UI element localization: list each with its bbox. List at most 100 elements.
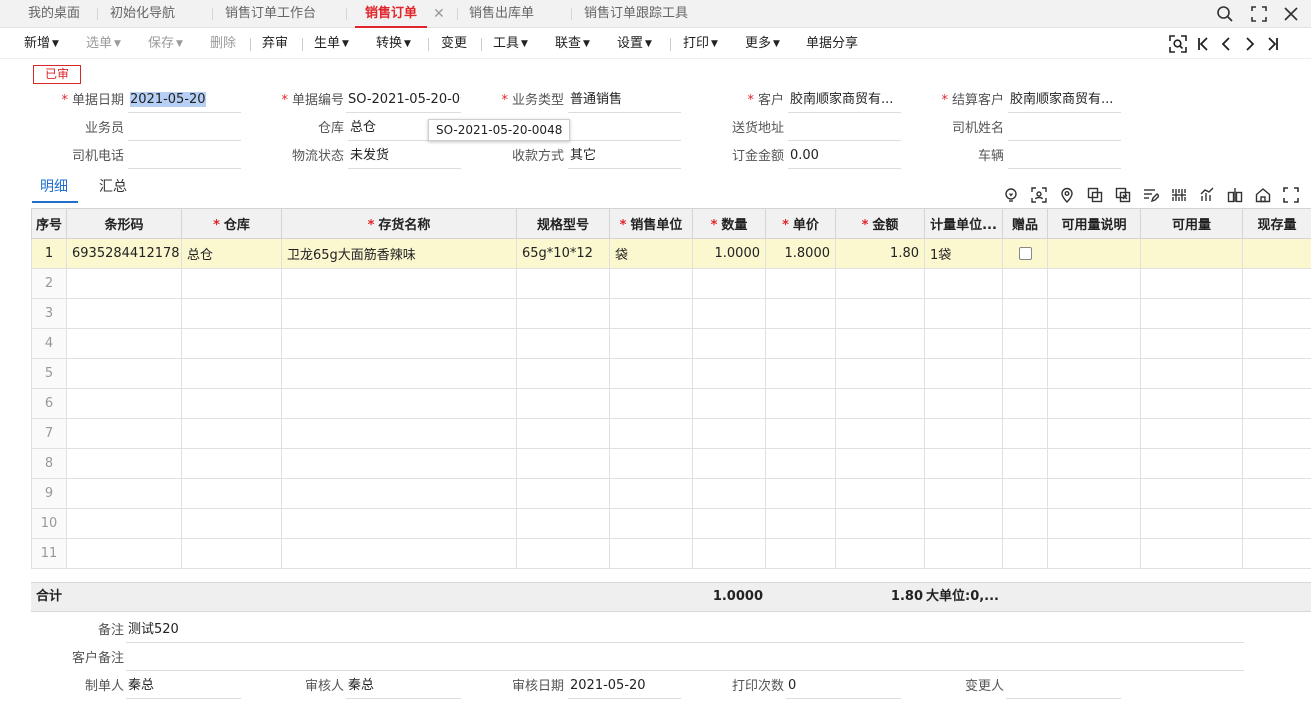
col-header-price[interactable]: * 单价 (765, 208, 836, 239)
grid-cell[interactable] (692, 508, 766, 539)
grid-cell[interactable] (1140, 388, 1243, 419)
col-header-measure-unit[interactable]: 计量单位... (924, 208, 1003, 239)
grid-cell[interactable] (1047, 538, 1141, 569)
grid-cell[interactable] (1047, 328, 1141, 359)
grid-cell[interactable] (835, 508, 925, 539)
changer-field[interactable] (1006, 675, 1121, 699)
grid-cell[interactable] (181, 538, 282, 569)
grid-cell[interactable] (609, 358, 693, 389)
grid-cell[interactable] (765, 388, 836, 419)
grid-cell[interactable] (1140, 418, 1243, 449)
grid-cell[interactable] (66, 268, 182, 299)
grid-cell[interactable] (692, 448, 766, 479)
tab-sales-order[interactable]: 销售订单 (355, 0, 427, 28)
select-source-button[interactable]: 选单 ▼ (86, 29, 121, 59)
grid-cell[interactable] (924, 358, 1003, 389)
grid-cell[interactable] (181, 388, 282, 419)
grid-cell[interactable] (835, 418, 925, 449)
grid-cell[interactable] (66, 418, 182, 449)
grid-cell[interactable] (281, 298, 517, 329)
grid-cell[interactable] (66, 508, 182, 539)
delete-button[interactable]: 删除 (210, 29, 236, 59)
qty-cell[interactable]: 1.0000 (692, 238, 766, 269)
grid-cell[interactable] (516, 298, 610, 329)
ship-addr-field[interactable] (788, 117, 901, 141)
tab-detail[interactable]: 明细 (40, 176, 68, 198)
settings-button[interactable]: 设置 ▼ (617, 29, 652, 59)
grid-cell[interactable] (181, 508, 282, 539)
amount-cell[interactable]: 1.80 (835, 238, 925, 269)
grid-cell[interactable] (835, 358, 925, 389)
unaudit-button[interactable]: 弃审 (262, 29, 288, 59)
spec-cell[interactable]: 65g*10*12 (516, 238, 610, 269)
grid-cell[interactable] (281, 328, 517, 359)
grid-cell[interactable] (516, 448, 610, 479)
grid-cell[interactable] (765, 268, 836, 299)
grid-cell[interactable] (692, 388, 766, 419)
grid-cell[interactable] (1002, 268, 1048, 299)
col-header-avail[interactable]: 可用量 (1140, 208, 1243, 239)
grid-cell[interactable] (281, 268, 517, 299)
grid-cell[interactable] (516, 388, 610, 419)
grid-cell[interactable] (835, 448, 925, 479)
grid-cell[interactable] (924, 538, 1003, 569)
grid-cell[interactable] (516, 358, 610, 389)
change-button[interactable]: 变更 (441, 29, 467, 59)
grid-cell[interactable] (1002, 358, 1048, 389)
grid-cell[interactable] (1140, 298, 1243, 329)
grid-cell[interactable] (765, 508, 836, 539)
fullscreen-icon[interactable] (1282, 186, 1300, 204)
more-button[interactable]: 更多 ▼ (745, 29, 780, 59)
grid-cell[interactable] (924, 268, 1003, 299)
logistics-field[interactable]: 未发货 (348, 145, 461, 169)
grid-cell[interactable] (1002, 448, 1048, 479)
grid-cell[interactable] (1047, 358, 1141, 389)
grid-cell[interactable] (692, 328, 766, 359)
col-header-sales-unit[interactable]: * 销售单位 (609, 208, 693, 239)
table-row[interactable]: 10 (31, 508, 1311, 539)
table-row[interactable]: 4 (31, 328, 1311, 359)
grid-cell[interactable] (1047, 388, 1141, 419)
table-row[interactable]: 11 (31, 538, 1311, 569)
price-cell[interactable]: 1.8000 (765, 238, 836, 269)
grid-cell[interactable] (765, 538, 836, 569)
table-row[interactable]: 1 6935284412178 总仓 卫龙65g大面筋香辣味 65g*10*12… (31, 238, 1311, 269)
grid-cell[interactable] (692, 478, 766, 509)
col-header-avail-desc[interactable]: 可用量说明 (1047, 208, 1141, 239)
tab-summary[interactable]: 汇总 (99, 176, 127, 198)
table-row[interactable]: 2 (31, 268, 1311, 299)
grid-cell[interactable] (1242, 268, 1311, 299)
grid-cell[interactable] (1140, 538, 1243, 569)
grid-cell[interactable] (1047, 298, 1141, 329)
grid-cell[interactable] (516, 268, 610, 299)
grid-cell[interactable] (1047, 478, 1141, 509)
salesman-field[interactable] (128, 117, 241, 141)
grid-cell[interactable] (1242, 388, 1311, 419)
grid-cell[interactable] (1140, 478, 1243, 509)
grid-cell[interactable] (692, 268, 766, 299)
grid-cell[interactable] (924, 508, 1003, 539)
grid-cell[interactable] (835, 388, 925, 419)
grid-cell[interactable] (181, 478, 282, 509)
col-header-warehouse[interactable]: * 仓库 (181, 208, 282, 239)
grid-cell[interactable] (609, 448, 693, 479)
table-row[interactable]: 3 (31, 298, 1311, 329)
grid-cell[interactable] (835, 478, 925, 509)
close-icon[interactable] (1280, 3, 1302, 25)
grid-cell[interactable] (1002, 418, 1048, 449)
copy-row-icon[interactable] (1086, 186, 1104, 204)
share-doc-button[interactable]: 单据分享 (806, 29, 858, 59)
grid-cell[interactable] (1002, 478, 1048, 509)
scan-icon[interactable] (1030, 186, 1048, 204)
stock-cell[interactable] (1242, 238, 1311, 269)
col-header-amount[interactable]: * 金额 (835, 208, 925, 239)
grid-cell[interactable] (609, 508, 693, 539)
add-button[interactable]: 新增 ▼ (24, 29, 59, 59)
settle-customer-field[interactable]: 胶南顺家商贸有... (1008, 89, 1121, 113)
grid-cell[interactable] (765, 448, 836, 479)
grid-cell[interactable] (1242, 358, 1311, 389)
barcode-cell[interactable]: 6935284412178 (66, 238, 182, 269)
grid-cell[interactable] (692, 538, 766, 569)
grid-cell[interactable] (692, 358, 766, 389)
remark-field[interactable]: 测试520 (126, 619, 1244, 643)
